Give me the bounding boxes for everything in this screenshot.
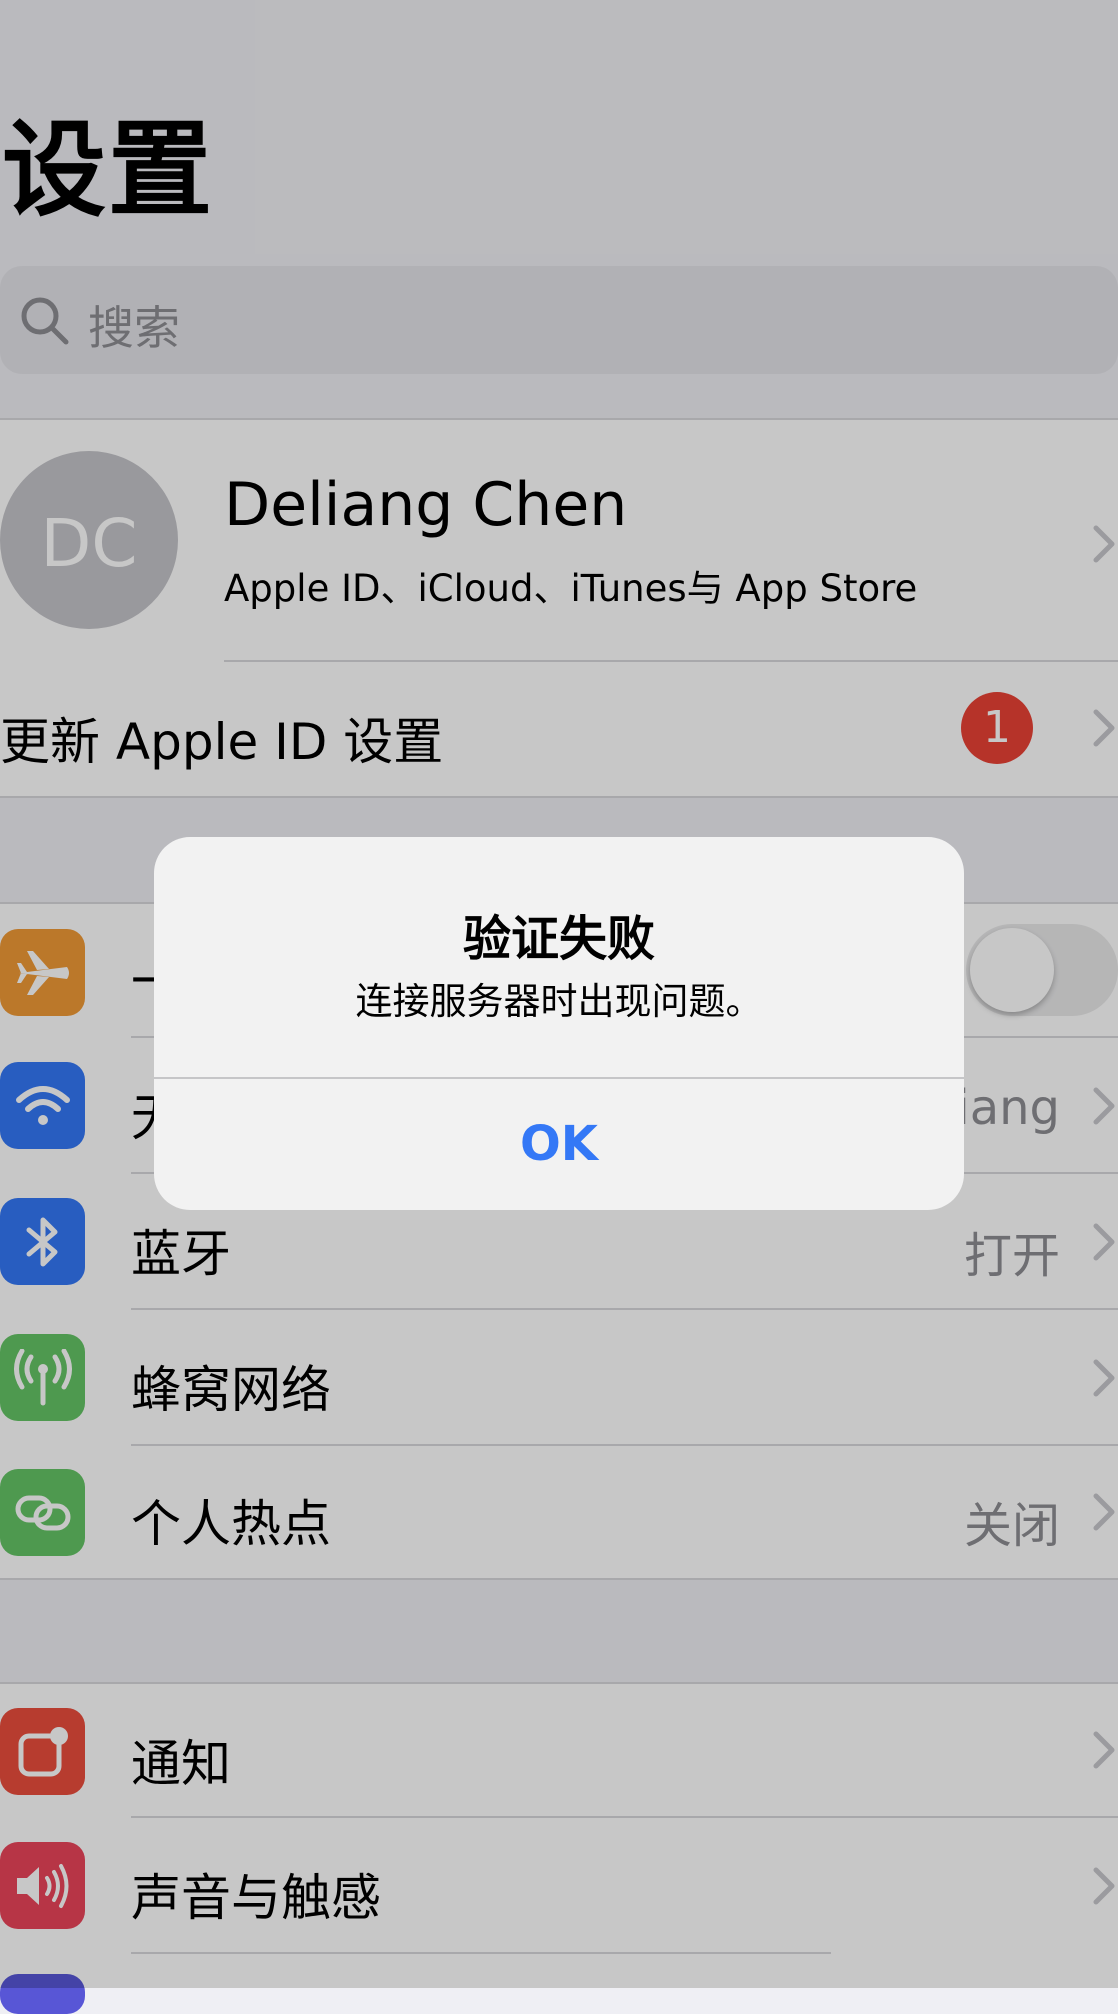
alert-dialog: 验证失败 连接服务器时出现问题。 OK bbox=[154, 837, 964, 1210]
alert-message: 连接服务器时出现问题。 bbox=[355, 980, 763, 1023]
alert-title: 验证失败 bbox=[462, 911, 655, 967]
ok-button[interactable]: OK bbox=[154, 1079, 964, 1210]
